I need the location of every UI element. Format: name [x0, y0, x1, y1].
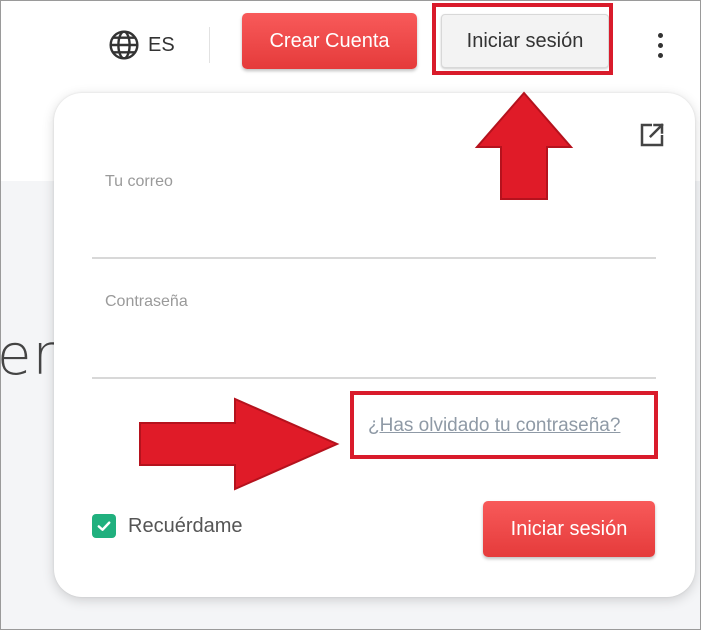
annotation-arrow-up-icon: [474, 91, 574, 200]
annotation-arrow-right-icon: [139, 397, 340, 491]
annotation-highlight-login-button: [432, 3, 613, 75]
kebab-dot: [657, 52, 663, 58]
kebab-menu-icon[interactable]: [651, 27, 669, 63]
checkbox-checked[interactable]: [92, 514, 116, 538]
annotation-highlight-forgot-password: [350, 391, 658, 459]
language-selector[interactable]: ES: [108, 27, 175, 63]
external-link-icon[interactable]: [637, 120, 667, 150]
login-submit-button[interactable]: Iniciar sesión: [483, 501, 655, 557]
login-dropdown-panel: Tu correo Contraseña ¿Has olvidado tu co…: [54, 93, 695, 597]
create-account-button[interactable]: Crear Cuenta: [242, 13, 417, 69]
checkmark-icon: [97, 521, 111, 531]
kebab-dot: [657, 42, 663, 48]
top-navigation-bar: ES Crear Cuenta Iniciar sesión: [1, 1, 700, 87]
email-field[interactable]: [92, 217, 656, 259]
background-heading-fragment: er: [0, 323, 57, 388]
password-label: Contraseña: [105, 293, 188, 310]
remember-me-label: Recuérdame: [128, 514, 243, 537]
kebab-dot: [657, 32, 663, 38]
globe-icon: [109, 30, 139, 60]
screenshot-frame: er ES Crear Cuenta Iniciar sesión Tu cor…: [0, 0, 701, 630]
email-label: Tu correo: [105, 173, 173, 190]
remember-me-checkbox[interactable]: Recuérdame: [92, 514, 243, 538]
language-code: ES: [148, 33, 175, 56]
header-divider: [209, 27, 210, 63]
password-field[interactable]: [92, 337, 656, 379]
